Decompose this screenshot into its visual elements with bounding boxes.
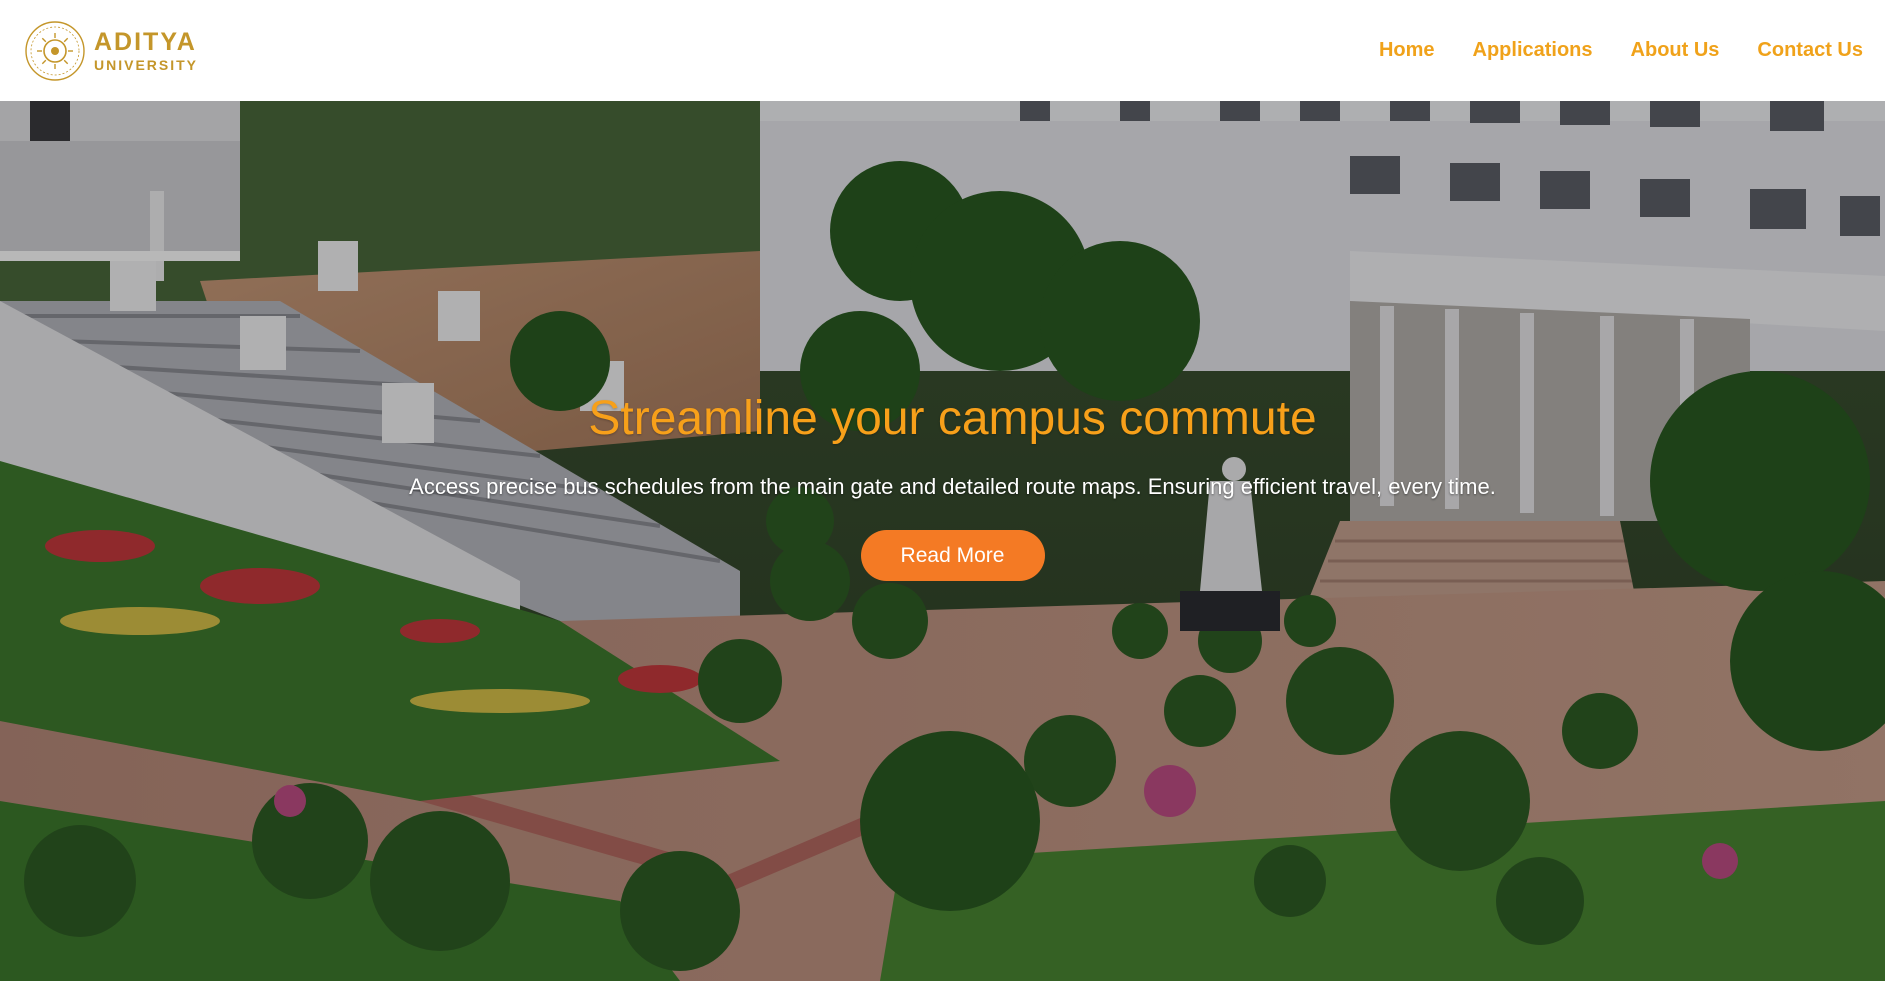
nav-link-applications[interactable]: Applications	[1473, 39, 1593, 62]
read-more-button[interactable]: Read More	[860, 530, 1045, 581]
brand-name-line2: UNIVERSITY	[94, 56, 199, 73]
brand-name-line1: ADITYA	[94, 27, 197, 56]
hero-title: Streamline your campus commute	[588, 392, 1317, 445]
main-nav: Home Applications About Us Contact Us	[1379, 39, 1863, 62]
nav-link-contact-us[interactable]: Contact Us	[1757, 39, 1863, 62]
nav-link-home[interactable]: Home	[1379, 39, 1435, 62]
hero-section: Streamline your campus commute Access pr…	[0, 101, 1885, 981]
hero-content: Streamline your campus commute Access pr…	[0, 391, 1885, 581]
nav-link-about-us[interactable]: About Us	[1631, 39, 1720, 62]
navbar: ADITYA UNIVERSITY Home Applications Abou…	[0, 0, 1885, 101]
university-emblem-icon	[25, 20, 85, 81]
brand-name: ADITYA UNIVERSITY	[94, 27, 199, 73]
brand-logo[interactable]: ADITYA UNIVERSITY	[24, 20, 198, 82]
hero-subtitle: Access precise bus schedules from the ma…	[409, 474, 1496, 499]
